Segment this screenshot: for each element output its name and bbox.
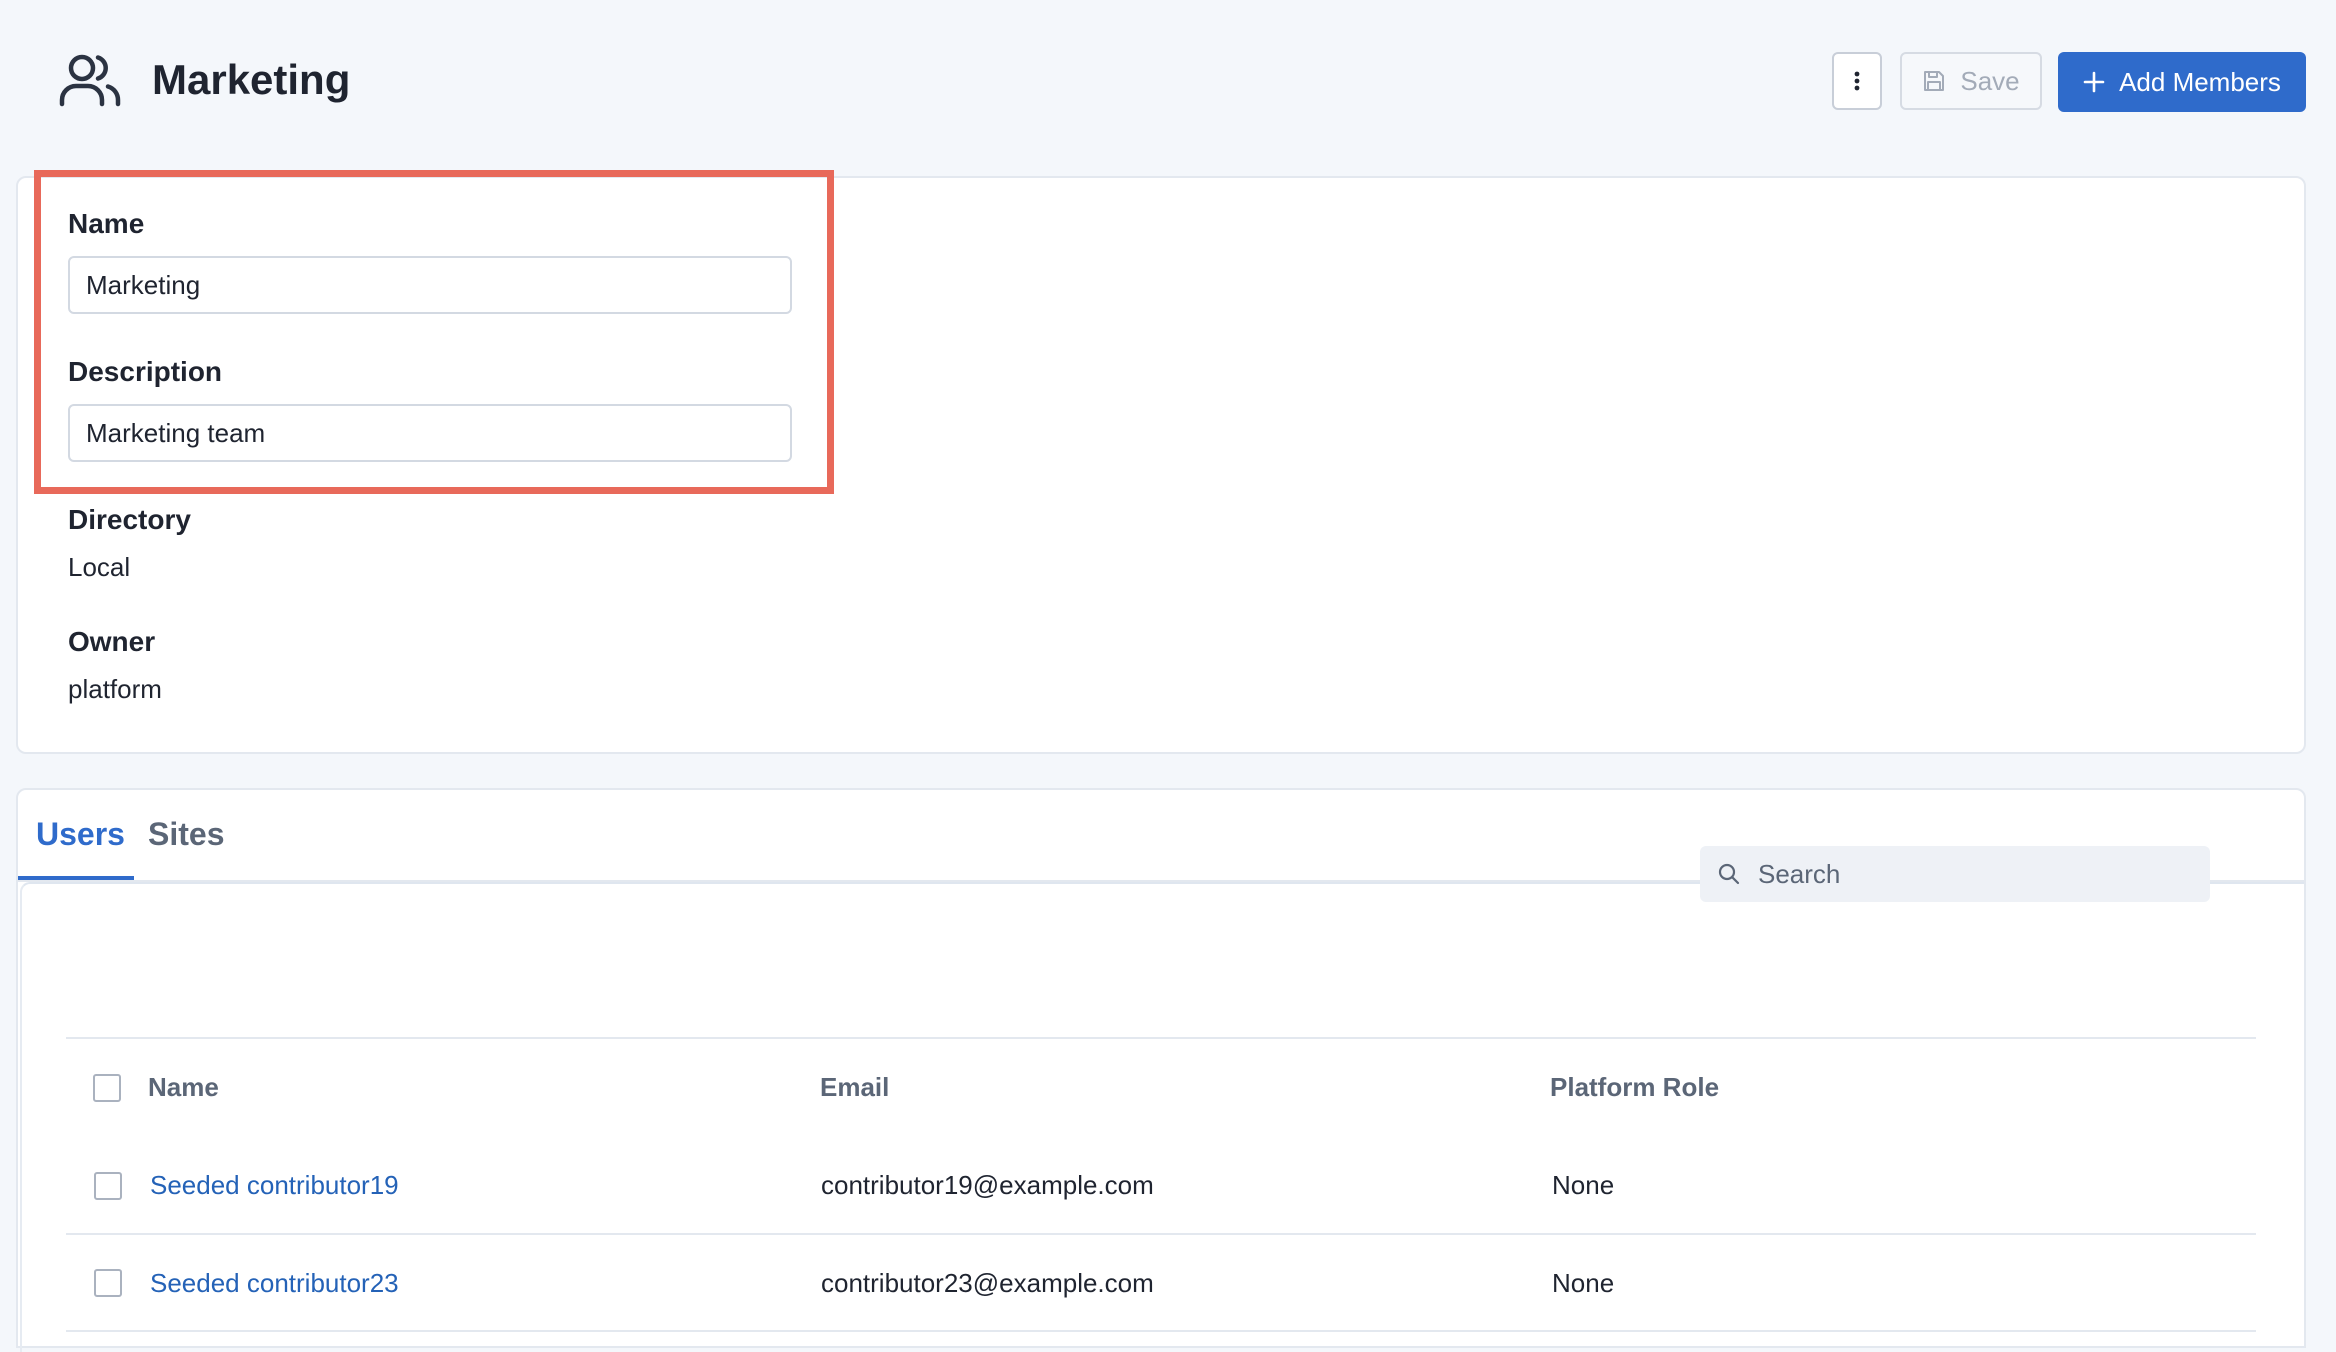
owner-label: Owner [68, 626, 156, 657]
user-name-link[interactable]: Seeded contributor19 [150, 1170, 399, 1201]
search-input[interactable] [1756, 857, 2180, 891]
plus-icon [2083, 71, 2105, 93]
vertical-ellipsis-icon [1854, 71, 1860, 91]
user-platform-role: None [1552, 1268, 1615, 1298]
search-box[interactable] [1700, 846, 2210, 902]
description-label: Description [68, 356, 223, 387]
users-group-icon [59, 54, 121, 107]
user-email: contributor19@example.com [821, 1170, 1154, 1200]
row-checkbox[interactable] [94, 1172, 122, 1200]
user-name-link[interactable]: Seeded contributor23 [150, 1268, 399, 1299]
save-button-label: Save [1960, 65, 2020, 96]
select-all-checkbox[interactable] [93, 1074, 121, 1102]
row-divider [66, 1233, 2256, 1235]
name-field[interactable] [68, 256, 792, 314]
tab-users[interactable]: Users [36, 816, 125, 873]
row-divider [66, 1330, 2256, 1332]
group-details-card: Name Description Directory Local Owner p… [16, 176, 2306, 754]
page-title: Marketing [152, 56, 351, 103]
row-checkbox[interactable] [94, 1269, 122, 1297]
add-members-label: Add Members [2119, 66, 2281, 97]
user-platform-role: None [1552, 1170, 1615, 1200]
save-button[interactable]: Save [1900, 52, 2042, 110]
name-label: Name [68, 208, 145, 239]
table-divider [66, 1037, 2256, 1039]
description-field[interactable] [68, 404, 792, 462]
directory-value: Local [68, 552, 131, 582]
column-header-platform-role[interactable]: Platform Role [1550, 1072, 1719, 1103]
user-email: contributor23@example.com [821, 1268, 1154, 1298]
directory-label: Directory [68, 504, 191, 535]
search-icon [1718, 863, 1740, 885]
owner-value: platform [68, 674, 162, 704]
floppy-disk-icon [1924, 71, 1945, 91]
column-header-email[interactable]: Email [820, 1072, 889, 1103]
page-header: Marketing Save Add Members [0, 0, 2336, 160]
more-options-button[interactable] [1832, 52, 1882, 110]
column-header-name[interactable]: Name [148, 1072, 219, 1103]
active-tab-indicator [18, 876, 134, 880]
tab-sites[interactable]: Sites [148, 816, 224, 873]
add-members-button[interactable]: Add Members [2058, 52, 2306, 112]
